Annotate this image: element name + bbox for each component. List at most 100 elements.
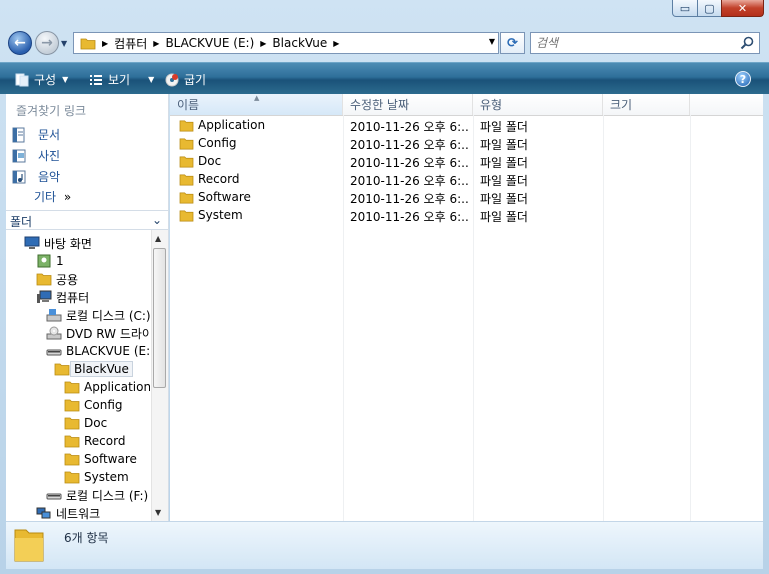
network-icon <box>36 507 51 519</box>
tree-item-config[interactable]: Config <box>64 396 123 414</box>
address-bar[interactable]: ▶ 컴퓨터 ▶ BLACKVUE (E:) ▶ BlackVue ▶ ▼ <box>73 32 499 54</box>
desktop-icon <box>24 236 40 249</box>
folders-header[interactable]: 폴더 ⌄ <box>6 210 168 230</box>
tree-item-label: 공용 <box>56 272 79 287</box>
dvd-drive-icon <box>46 326 62 340</box>
file-row[interactable]: Application 2010-11-26 오후 6:... 파일 폴더 <box>170 117 763 135</box>
tree-item-drive-f[interactable]: 로컬 디스크 (F:) <box>46 486 148 504</box>
tree-item-application[interactable]: Application <box>64 378 150 396</box>
search-input[interactable] <box>536 36 726 50</box>
favorite-link-label: 문서 <box>38 128 61 142</box>
folder-icon <box>179 155 194 167</box>
tree-item-computer[interactable]: 컴퓨터 <box>36 288 89 306</box>
tree-item-system[interactable]: System <box>64 468 129 486</box>
address-dropdown-icon[interactable]: ▼ <box>489 37 495 46</box>
breadcrumb-separator-icon[interactable]: ▶ <box>260 39 266 48</box>
file-row[interactable]: Config 2010-11-26 오후 6:... 파일 폴더 <box>170 135 763 153</box>
tree-item-label: 로컬 디스크 (F:) <box>66 488 149 503</box>
tree-item-label: 로컬 디스크 (C:) <box>66 308 150 323</box>
history-dropdown-icon[interactable]: ▼ <box>61 39 70 48</box>
column-header-name[interactable]: 이름 ▲ <box>170 94 343 115</box>
file-row[interactable]: System 2010-11-26 오후 6:... 파일 폴더 <box>170 207 763 225</box>
tree-item-public[interactable]: 공용 <box>36 270 78 288</box>
tree-item-doc[interactable]: Doc <box>64 414 107 432</box>
favorite-link-label: 사진 <box>38 149 61 163</box>
file-name: Application <box>198 118 266 132</box>
column-header-date[interactable]: 수정한 날짜 <box>343 94 473 115</box>
search-icon[interactable] <box>740 36 754 50</box>
folder-tree: 바탕 화면 1 공용 컴퓨터 로컬 디스크 (C:) DVD RW 드라이 BL… <box>6 230 150 521</box>
back-arrow-icon: ← <box>14 35 26 51</box>
burn-disc-icon <box>164 73 180 87</box>
file-row[interactable]: Record 2010-11-26 오후 6:... 파일 폴더 <box>170 171 763 189</box>
tree-item-label: BLACKVUE (E:) <box>66 344 150 358</box>
tree-item-blackvue[interactable]: BlackVue <box>54 360 133 378</box>
tree-item-label: 네트워크 <box>56 506 101 521</box>
file-name: System <box>198 208 243 222</box>
tree-item-record[interactable]: Record <box>64 432 125 450</box>
tree-item-software[interactable]: Software <box>64 450 137 468</box>
maximize-button[interactable]: ▢ <box>697 0 722 17</box>
removable-drive-icon <box>46 349 62 356</box>
tree-item-label: 컴퓨터 <box>56 290 90 305</box>
organize-menu[interactable]: 구성 ▼ <box>14 71 68 88</box>
column-header-row: 이름 ▲ 수정한 날짜 유형 크기 <box>170 94 763 116</box>
breadcrumb-folder[interactable]: BlackVue <box>272 36 327 50</box>
favorite-link-documents[interactable]: 문서 <box>12 126 60 143</box>
file-row[interactable]: Doc 2010-11-26 오후 6:... 파일 폴더 <box>170 153 763 171</box>
scroll-up-icon[interactable]: ▲ <box>155 234 161 243</box>
scroll-down-icon[interactable]: ▼ <box>155 508 161 517</box>
refresh-icon: ⟳ <box>507 35 518 51</box>
breadcrumb-separator-icon[interactable]: ▶ <box>333 39 339 48</box>
tree-item-label: Record <box>84 434 126 448</box>
scrollbar-thumb[interactable] <box>153 248 166 388</box>
more-links[interactable]: 기타 » <box>34 188 71 205</box>
favorite-link-music[interactable]: 음악 <box>12 168 60 185</box>
burn-button[interactable]: 굽기 <box>164 71 206 88</box>
file-name-cell: Config <box>179 136 237 150</box>
tree-item-dvd[interactable]: DVD RW 드라이 <box>46 324 150 342</box>
file-modified: 2010-11-26 오후 6:... <box>350 174 468 188</box>
help-button[interactable]: ? <box>735 71 751 87</box>
views-icon <box>88 73 104 87</box>
folder-icon <box>36 273 52 286</box>
tree-item-drive-c[interactable]: 로컬 디스크 (C:) <box>46 306 150 324</box>
column-header-type[interactable]: 유형 <box>473 94 603 115</box>
back-button[interactable]: ← <box>8 31 32 55</box>
folder-icon <box>179 173 194 185</box>
computer-icon <box>37 290 52 303</box>
help-icon: ? <box>739 72 747 86</box>
minimize-button[interactable]: ▭ <box>672 0 698 17</box>
explorer-window: ▭ ▢ ✕ ← → ▼ ▶ 컴퓨터 ▶ BLACKVUE (E:) ▶ Blac… <box>0 0 769 574</box>
views-menu[interactable]: 보기 ▼ <box>88 71 154 88</box>
breadcrumb-separator-icon[interactable]: ▶ <box>153 39 159 48</box>
tree-item-label: 바탕 화면 <box>44 236 92 251</box>
tree-item-drive-e[interactable]: BLACKVUE (E:) <box>46 342 150 360</box>
tree-item-network[interactable]: 네트워크 <box>36 504 100 521</box>
breadcrumb-drive[interactable]: BLACKVUE (E:) <box>165 36 254 50</box>
search-box[interactable] <box>530 32 760 54</box>
column-header-label: 유형 <box>480 98 503 112</box>
folder-icon <box>80 38 96 50</box>
tree-scrollbar[interactable]: ▲ ▼ <box>151 230 168 521</box>
close-button[interactable]: ✕ <box>721 0 764 17</box>
column-header-label: 이름 <box>177 98 200 112</box>
breadcrumb-computer[interactable]: 컴퓨터 <box>114 35 147 52</box>
column-header-label: 크기 <box>610 98 633 112</box>
views-label: 보기 <box>108 73 131 87</box>
file-name-cell: Software <box>179 190 251 204</box>
tree-item-desktop[interactable]: 바탕 화면 <box>24 234 92 252</box>
favorite-link-pictures[interactable]: 사진 <box>12 147 60 164</box>
file-name: Config <box>198 136 237 150</box>
forward-button[interactable]: → <box>35 31 59 55</box>
tree-item-user[interactable]: 1 <box>36 252 64 270</box>
file-row[interactable]: Software 2010-11-26 오후 6:... 파일 폴더 <box>170 189 763 207</box>
tree-item-label: DVD RW 드라이 <box>66 326 150 341</box>
breadcrumb-separator-icon[interactable]: ▶ <box>102 39 108 48</box>
double-chevron-right-icon: » <box>63 190 72 204</box>
file-name-cell: System <box>179 208 243 222</box>
navigation-bar: ← → ▼ ▶ 컴퓨터 ▶ BLACKVUE (E:) ▶ BlackVue ▶… <box>0 24 769 62</box>
refresh-button[interactable]: ⟳ <box>500 32 525 54</box>
column-header-size[interactable]: 크기 <box>603 94 690 115</box>
folder-icon <box>64 381 80 394</box>
